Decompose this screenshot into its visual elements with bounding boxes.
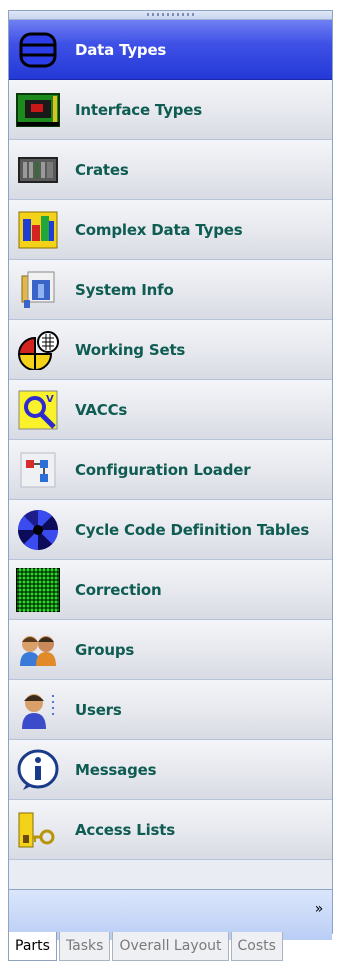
svg-text:V: V	[46, 394, 54, 405]
nav-item-complex-data-types[interactable]: Complex Data Types	[9, 200, 332, 260]
nav-item-label: Configuration Loader	[75, 460, 251, 479]
resize-grip[interactable]	[9, 11, 332, 20]
nav-item-groups[interactable]: Groups	[9, 620, 332, 680]
configuration-loader-icon	[13, 448, 63, 492]
nav-item-cycle-code-definition-tables[interactable]: Cycle Code Definition Tables	[9, 500, 332, 560]
nav-item-messages[interactable]: Messages	[9, 740, 332, 800]
nav-item-label: Working Sets	[75, 340, 186, 359]
nav-item-data-types[interactable]: Data Types	[9, 20, 332, 80]
overflow-chevron-icon[interactable]: »	[312, 902, 326, 926]
vaccs-icon: V	[13, 388, 63, 432]
system-info-icon	[13, 268, 63, 312]
tab-strip: Parts Tasks Overall Layout Costs	[8, 932, 333, 964]
tab-tasks[interactable]: Tasks	[58, 932, 111, 961]
cycle-code-icon	[13, 508, 63, 552]
navigation-pane: Data Types Interface Types Crates Comple…	[8, 10, 333, 940]
key-lock-icon	[13, 808, 63, 852]
nav-item-label: Access Lists	[75, 820, 175, 839]
tab-costs[interactable]: Costs	[230, 932, 283, 961]
nav-item-label: Crates	[75, 160, 129, 179]
database-icon	[13, 28, 63, 72]
nav-item-label: Interface Types	[75, 100, 203, 119]
nav-item-label: Complex Data Types	[75, 220, 243, 239]
nav-item-system-info[interactable]: System Info	[9, 260, 332, 320]
working-sets-icon	[13, 328, 63, 372]
complex-data-icon	[13, 208, 63, 252]
nav-item-vaccs[interactable]: V VACCs	[9, 380, 332, 440]
nav-item-working-sets[interactable]: Working Sets	[9, 320, 332, 380]
nav-item-label: System Info	[75, 280, 174, 299]
nav-item-label: Data Types	[75, 40, 167, 59]
nav-item-label: Groups	[75, 640, 135, 659]
info-icon	[13, 748, 63, 792]
crate-icon	[13, 148, 63, 192]
circuit-board-icon	[13, 88, 63, 132]
user-icon	[13, 688, 63, 732]
nav-item-interface-types[interactable]: Interface Types	[9, 80, 332, 140]
nav-item-access-lists[interactable]: Access Lists	[9, 800, 332, 860]
nav-item-label: Correction	[75, 580, 162, 599]
nav-item-crates[interactable]: Crates	[9, 140, 332, 200]
correction-grid-icon	[13, 567, 63, 612]
tab-overall-layout[interactable]: Overall Layout	[112, 932, 229, 961]
nav-item-configuration-loader[interactable]: Configuration Loader	[9, 440, 332, 500]
grip-dots	[147, 13, 197, 16]
nav-item-label: Users	[75, 700, 122, 719]
nav-item-correction[interactable]: Correction	[9, 560, 332, 620]
navigation-items: Data Types Interface Types Crates Comple…	[9, 20, 332, 860]
nav-item-label: Messages	[75, 760, 157, 779]
groups-icon	[13, 628, 63, 672]
nav-item-label: Cycle Code Definition Tables	[75, 520, 310, 539]
nav-item-users[interactable]: Users	[9, 680, 332, 740]
tab-parts[interactable]: Parts	[8, 932, 57, 961]
nav-item-label: VACCs	[75, 400, 128, 419]
